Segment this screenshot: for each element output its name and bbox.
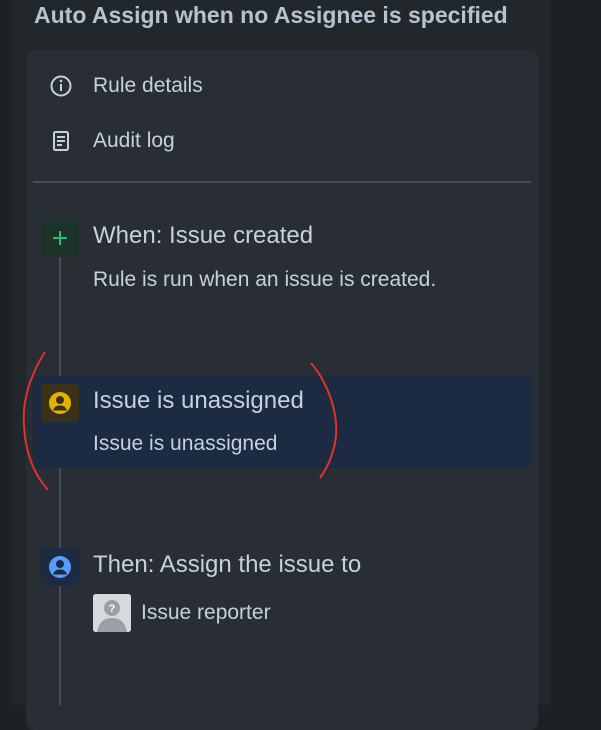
plus-icon[interactable] [41,219,79,257]
timeline-line [59,254,61,705]
step-condition-description: Issue is unassigned [93,432,278,455]
menu-item-label: Rule details [93,74,203,97]
assignee-label: Issue reporter [141,601,271,624]
svg-text:?: ? [109,603,116,615]
menu-item-audit-log[interactable]: Audit log [47,123,175,159]
menu-item-label: Audit log [93,129,175,152]
user-action-icon[interactable] [41,548,79,586]
menu-item-rule-details[interactable]: Rule details [47,68,203,104]
avatar: ? [93,594,131,632]
page-edge-right [551,0,601,705]
divider [33,181,531,183]
page-edge-left [0,0,12,705]
rule-title: Auto Assign when no Assignee is specifie… [34,2,508,28]
step-condition-title[interactable]: Issue is unassigned [93,387,304,415]
step-action-title[interactable]: Then: Assign the issue to [93,551,361,579]
step-trigger-description: Rule is run when an issue is created. [93,268,437,291]
audit-log-icon [47,127,75,155]
info-icon [47,72,75,100]
user-condition-icon[interactable] [41,384,79,422]
step-trigger-title[interactable]: When: Issue created [93,222,313,250]
